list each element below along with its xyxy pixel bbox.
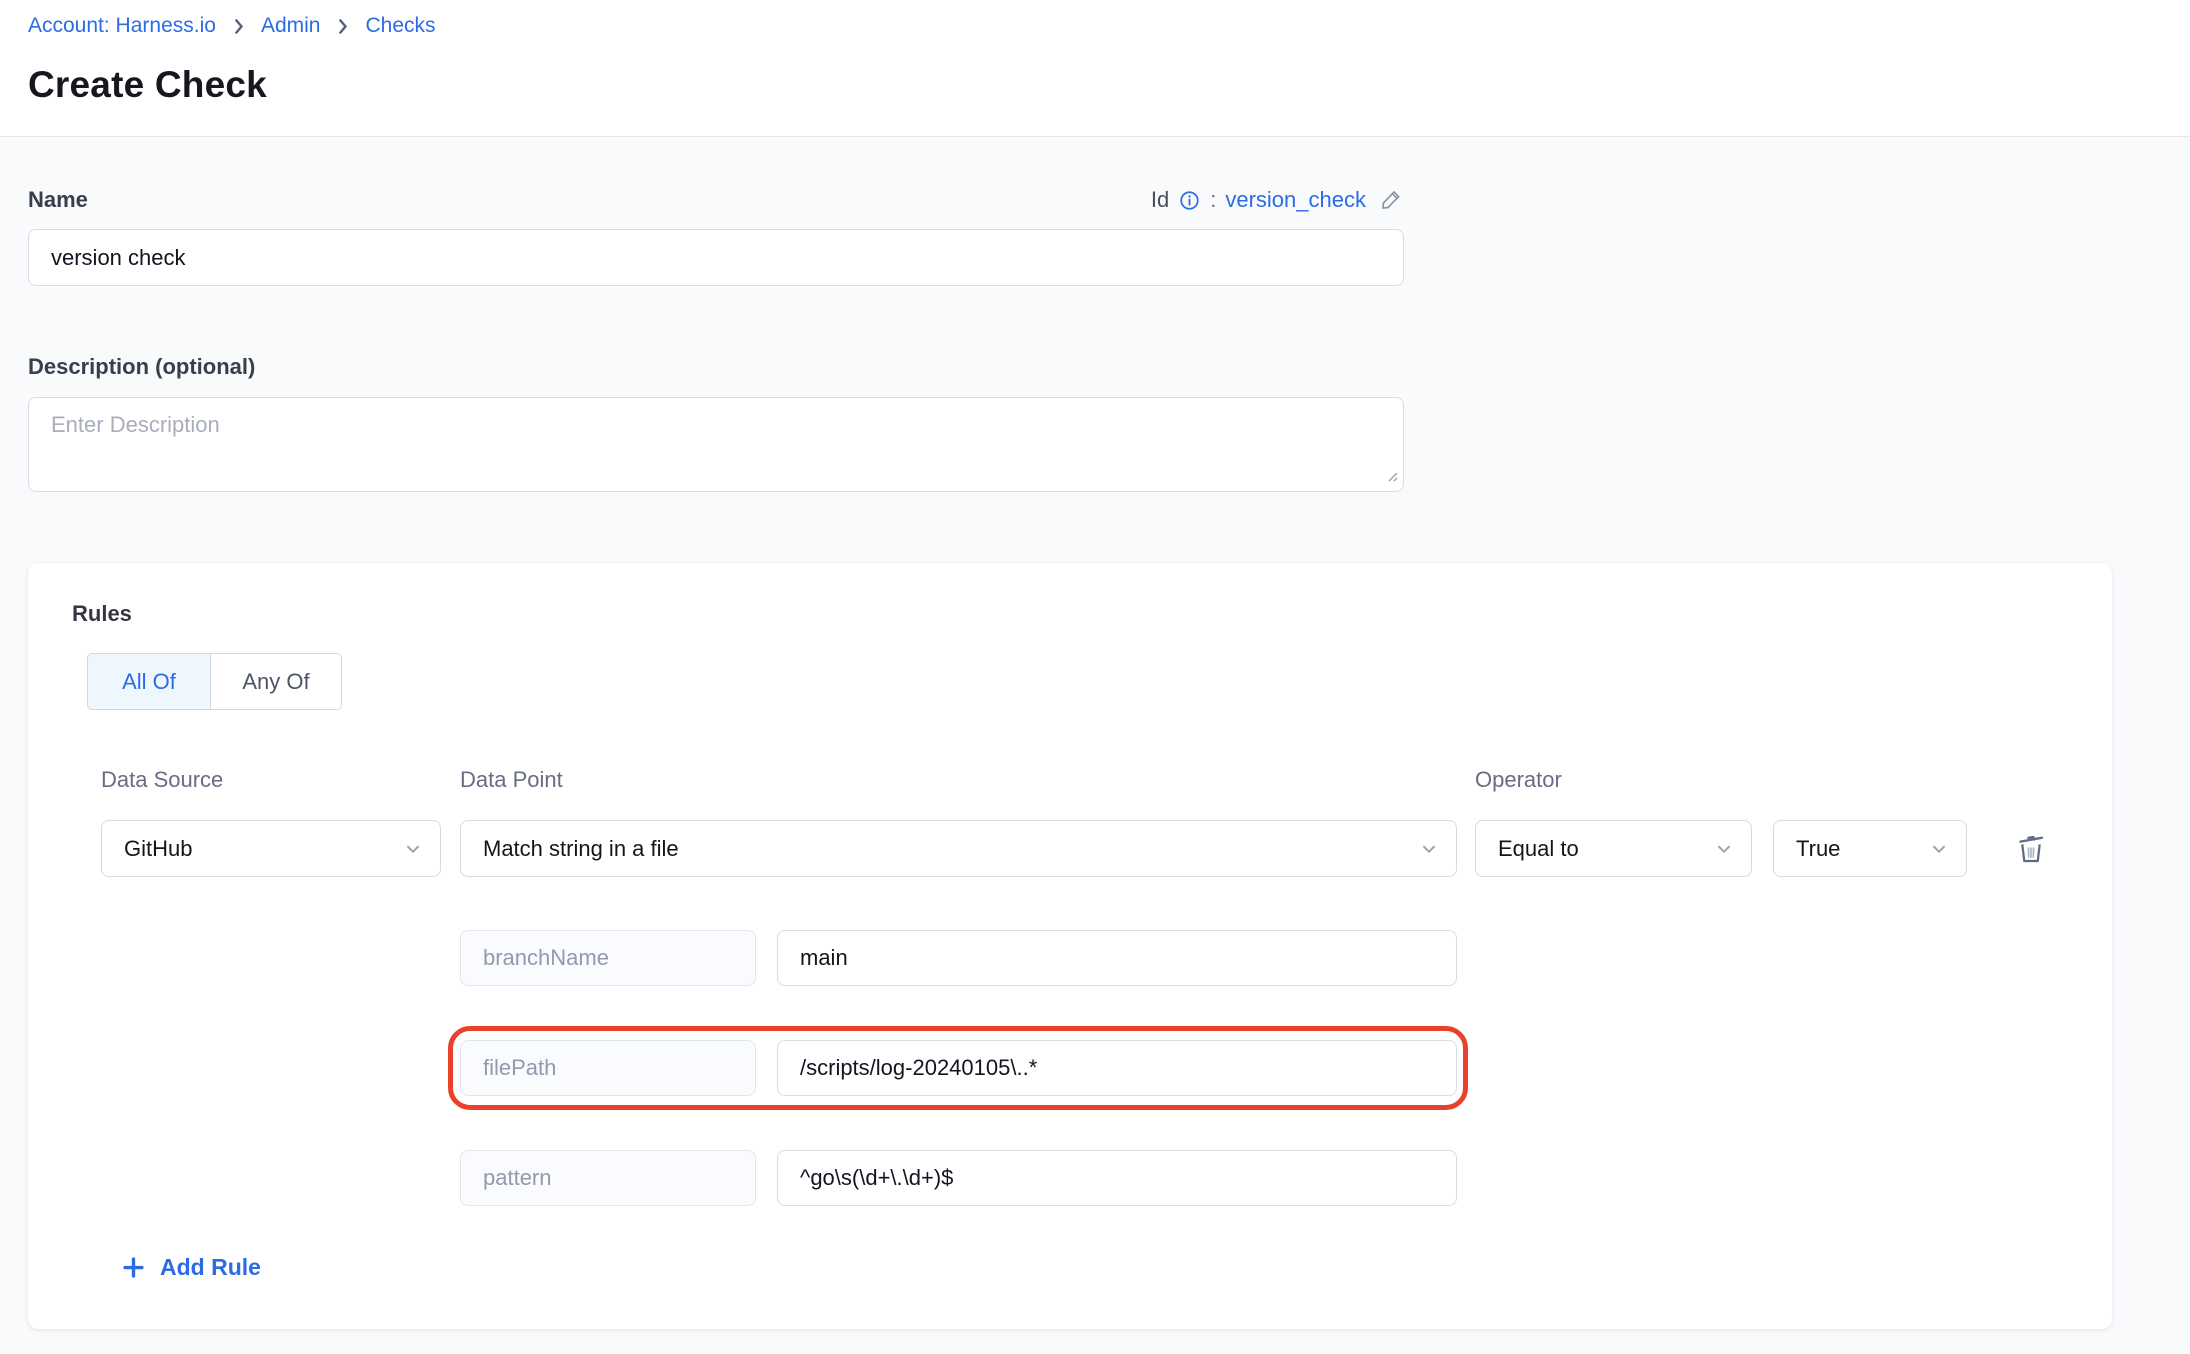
id-label: Id xyxy=(1151,187,1169,213)
name-label: Name xyxy=(28,187,88,213)
id-separator: : xyxy=(1210,187,1216,213)
chevron-right-icon xyxy=(332,16,353,37)
data-source-select[interactable]: GitHub xyxy=(101,820,441,877)
breadcrumb-admin-link[interactable]: Admin xyxy=(261,14,321,38)
plus-icon xyxy=(120,1254,147,1281)
breadcrumb: Account: Harness.io Admin Checks xyxy=(28,14,2162,38)
name-input[interactable] xyxy=(28,229,1404,286)
page-header: Account: Harness.io Admin Checks Create … xyxy=(0,0,2190,137)
breadcrumb-checks-link[interactable]: Checks xyxy=(365,14,435,38)
rules-card: Rules All Of Any Of Data Source Data Poi… xyxy=(28,563,2112,1329)
any-of-toggle-button[interactable]: Any Of xyxy=(211,653,342,710)
id-row: Id : version_check xyxy=(1151,187,1404,213)
rule-combine-toggle: All Of Any Of xyxy=(87,653,2068,710)
chevron-down-icon xyxy=(1928,838,1950,860)
operator-value: Equal to xyxy=(1498,836,1579,862)
param-row-branchname: branchName xyxy=(460,930,1457,986)
chevron-right-icon xyxy=(228,16,249,37)
param-key-pattern: pattern xyxy=(460,1150,756,1206)
data-source-value: GitHub xyxy=(124,836,192,862)
rules-title: Rules xyxy=(72,601,2068,627)
operator-select[interactable]: Equal to xyxy=(1475,820,1752,877)
edit-pencil-icon[interactable] xyxy=(1378,187,1404,213)
operator-value-value: True xyxy=(1796,836,1840,862)
info-icon[interactable] xyxy=(1178,189,1201,212)
param-row-pattern: pattern xyxy=(460,1150,1457,1206)
param-value-filepath-input[interactable] xyxy=(777,1040,1457,1096)
data-source-column-label: Data Source xyxy=(101,767,441,793)
param-value-pattern-input[interactable] xyxy=(777,1150,1457,1206)
operator-value-select[interactable]: True xyxy=(1773,820,1967,877)
trash-icon xyxy=(2013,831,2049,867)
data-point-column-label: Data Point xyxy=(460,767,1457,793)
description-textarea[interactable] xyxy=(28,397,1404,492)
data-point-value: Match string in a file xyxy=(483,836,679,862)
operator-column-label: Operator xyxy=(1475,767,1562,793)
chevron-down-icon xyxy=(1418,838,1440,860)
description-label: Description (optional) xyxy=(28,354,2162,380)
add-rule-label: Add Rule xyxy=(160,1254,261,1281)
id-value[interactable]: version_check xyxy=(1225,187,1366,213)
add-rule-button[interactable]: Add Rule xyxy=(120,1254,261,1281)
breadcrumb-account-link[interactable]: Account: Harness.io xyxy=(28,14,216,38)
form-area: Name Id : version_check xyxy=(0,187,2190,1329)
param-value-branchname-input[interactable] xyxy=(777,930,1457,986)
param-key-branchname: branchName xyxy=(460,930,756,986)
param-key-filepath: filePath xyxy=(460,1040,756,1096)
chevron-down-icon xyxy=(402,838,424,860)
rule-row: Data Source Data Point Operator GitHub M… xyxy=(101,767,2068,1206)
delete-rule-button[interactable] xyxy=(2011,829,2051,869)
all-of-toggle-button[interactable]: All Of xyxy=(87,653,211,710)
data-point-select[interactable]: Match string in a file xyxy=(460,820,1457,877)
param-row-filepath: filePath xyxy=(460,1040,1457,1096)
chevron-down-icon xyxy=(1713,838,1735,860)
page-title: Create Check xyxy=(28,64,2162,106)
create-check-page: Account: Harness.io Admin Checks Create … xyxy=(0,0,2190,1354)
